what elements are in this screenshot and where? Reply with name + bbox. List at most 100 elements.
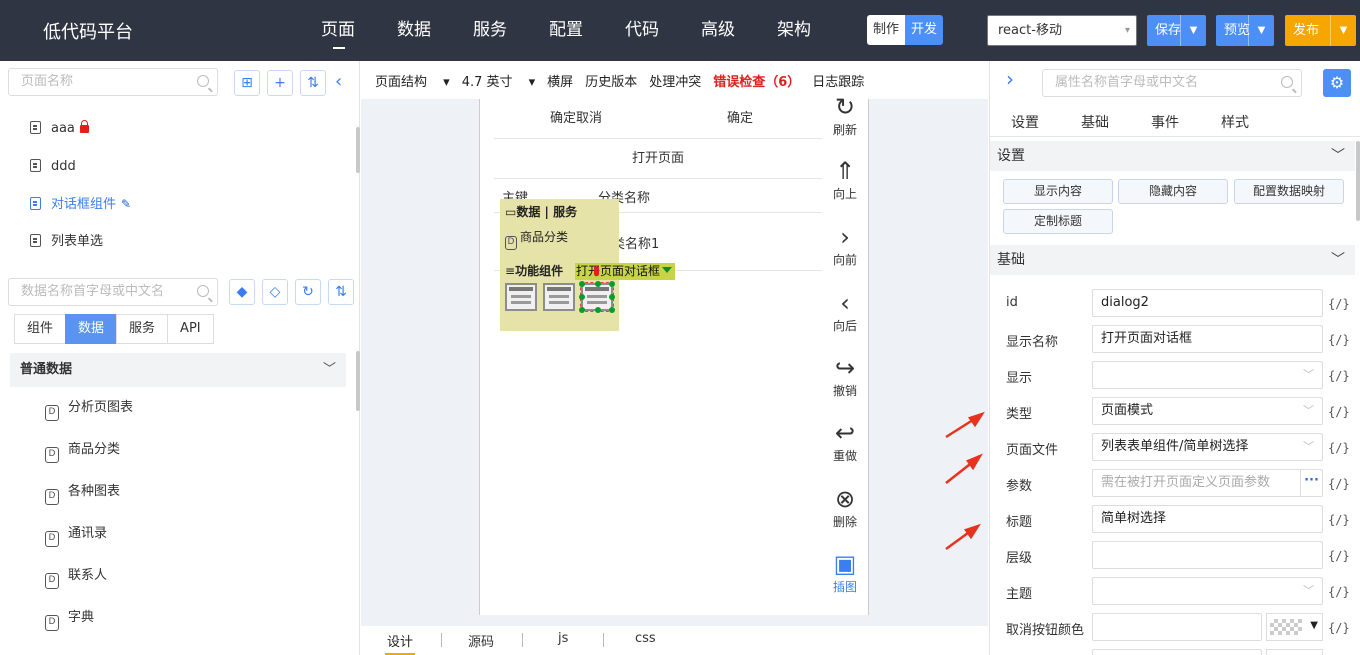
resize-handle[interactable] — [579, 307, 585, 313]
data-list-scrollbar[interactable] — [356, 351, 360, 411]
resize-handle[interactable] — [579, 281, 585, 287]
nav-architecture[interactable]: 架构 — [756, 0, 832, 61]
device-size-select[interactable]: 4.7 英寸 ▾ — [462, 71, 535, 90]
sort-icon[interactable]: ⇅ — [328, 279, 354, 305]
landscape-button[interactable]: 横屏 — [547, 71, 573, 90]
refresh-tool[interactable]: ↻ 刷新 — [827, 93, 863, 138]
color-picker[interactable] — [1266, 649, 1323, 655]
prop-visible-select[interactable]: ﹀ — [1092, 361, 1323, 389]
page-structure-button[interactable]: 页面结构 ▾ — [375, 71, 450, 90]
forward-tool[interactable]: › 向前 — [827, 223, 863, 268]
prop-level-input[interactable] — [1092, 541, 1323, 569]
publish-dropdown-icon[interactable]: ▼ — [1330, 15, 1356, 46]
prop-id-input[interactable]: dialog2 — [1092, 289, 1323, 317]
save-button[interactable]: 保存 ▼ — [1147, 15, 1206, 46]
tab-settings[interactable]: 设置 — [1011, 112, 1039, 132]
nav-advanced[interactable]: 高级 — [680, 0, 756, 61]
confirm-button[interactable]: 确定 — [658, 99, 822, 138]
tab-style[interactable]: 样式 — [1221, 112, 1249, 132]
resize-handle[interactable] — [579, 294, 585, 300]
conflict-button[interactable]: 处理冲突 — [649, 71, 701, 90]
save-dropdown-icon[interactable]: ▼ — [1180, 15, 1206, 46]
tab-js[interactable]: js — [558, 631, 568, 646]
hide-content-button[interactable]: 隐藏内容 — [1118, 179, 1228, 204]
tag-icon[interactable]: ◇ — [262, 279, 288, 305]
popup-item-category[interactable]: D 商品分类 — [505, 228, 568, 250]
move-up-tool[interactable]: ⇑ 向上 — [827, 157, 863, 202]
tab-components[interactable]: 组件 — [14, 314, 66, 344]
confirm-cancel-button[interactable]: 确定取消 — [494, 99, 658, 138]
open-page-button[interactable]: 打开页面 — [494, 139, 822, 179]
publish-button[interactable]: 发布 ▼ — [1285, 15, 1356, 46]
resize-handle[interactable] — [609, 281, 615, 287]
nav-code[interactable]: 代码 — [604, 0, 680, 61]
resize-handle[interactable] — [595, 307, 601, 313]
property-search-input[interactable]: 属性名称首字母或中文名 — [1042, 69, 1302, 97]
platform-select[interactable]: react-移动 ▾ — [987, 15, 1137, 46]
properties-scrollbar[interactable] — [1356, 141, 1360, 221]
expression-icon[interactable]: {/} — [1328, 333, 1350, 347]
component-thumbnail[interactable] — [505, 283, 537, 311]
data-item[interactable]: D 通讯录 — [45, 524, 107, 547]
preview-dropdown-icon[interactable]: ▼ — [1248, 15, 1274, 46]
data-item[interactable]: D 字典 — [45, 608, 94, 631]
expression-icon[interactable]: {/} — [1328, 621, 1350, 635]
color-picker[interactable]: ▼ — [1266, 613, 1323, 641]
add-page-icon[interactable]: + — [267, 70, 293, 96]
collapse-left-icon[interactable]: ‹ — [335, 71, 342, 92]
data-section-header[interactable]: 普通数据 ﹀ — [10, 353, 346, 387]
expression-icon[interactable]: {/} — [1328, 549, 1350, 563]
pin-icon[interactable]: ◆ — [229, 279, 255, 305]
error-check-button[interactable]: 错误检查（6） — [713, 71, 800, 90]
data-search-input[interactable]: 数据名称首字母或中文名 — [8, 278, 218, 306]
page-item-aaa[interactable]: aaa — [30, 119, 89, 139]
nav-data[interactable]: 数据 — [376, 0, 452, 61]
tab-design[interactable]: 设计 — [384, 631, 416, 655]
tab-basic[interactable]: 基础 — [1081, 112, 1109, 132]
more-icon[interactable]: ··· — [1300, 470, 1322, 496]
tab-events[interactable]: 事件 — [1151, 112, 1179, 132]
mode-make-button[interactable]: 制作 — [867, 15, 905, 45]
prop-cancel-color-input[interactable] — [1092, 613, 1262, 641]
show-content-button[interactable]: 显示内容 — [1003, 179, 1113, 204]
page-item-dialog-component[interactable]: 对话框组件 ✎ — [30, 194, 131, 214]
mode-dev-button[interactable]: 开发 — [905, 15, 943, 45]
data-item[interactable]: D 商品分类 — [45, 440, 120, 463]
delete-tool[interactable]: ⊗ 删除 — [827, 485, 863, 530]
preview-button[interactable]: 预览 ▼ — [1216, 15, 1274, 46]
nav-service[interactable]: 服务 — [452, 0, 528, 61]
log-button[interactable]: 日志跟踪 — [812, 71, 864, 90]
expression-icon[interactable]: {/} — [1328, 513, 1350, 527]
gear-icon[interactable]: ⚙ — [1323, 69, 1351, 97]
back-tool[interactable]: ‹ 向后 — [827, 289, 863, 334]
resize-handle[interactable] — [609, 294, 615, 300]
expression-icon[interactable]: {/} — [1328, 585, 1350, 599]
data-item[interactable]: D 分析页图表 — [45, 398, 133, 421]
custom-title-button[interactable]: 定制标题 — [1003, 209, 1113, 234]
tab-css[interactable]: css — [635, 631, 656, 646]
add-folder-icon[interactable]: ⊞ — [234, 70, 260, 96]
prop-page-file-select[interactable]: 列表表单组件/简单树选择 ﹀ — [1092, 433, 1323, 461]
nav-config[interactable]: 配置 — [528, 0, 604, 61]
selected-component-tag[interactable]: 打开页面对话框 — [575, 263, 675, 280]
undo-tool[interactable]: ↪ 撤销 — [827, 354, 863, 399]
data-item[interactable]: D 联系人 — [45, 566, 107, 589]
component-thumbnail-selected[interactable] — [579, 281, 615, 313]
sort-icon[interactable]: ⇅ — [300, 70, 326, 96]
expression-icon[interactable]: {/} — [1328, 297, 1350, 311]
prop-title-input[interactable]: 简单树选择 — [1092, 505, 1323, 533]
prop-display-name-input[interactable]: 打开页面对话框 — [1092, 325, 1323, 353]
component-thumbnail[interactable] — [543, 283, 575, 311]
basic-section-header[interactable]: 基础 ﹀ — [990, 245, 1355, 275]
expression-icon[interactable]: {/} — [1328, 369, 1350, 383]
expression-icon[interactable]: {/} — [1328, 441, 1350, 455]
expression-icon[interactable]: {/} — [1328, 405, 1350, 419]
tab-source[interactable]: 源码 — [468, 631, 494, 650]
page-item-list-single[interactable]: 列表单选 — [30, 232, 103, 252]
expression-icon[interactable]: {/} — [1328, 477, 1350, 491]
resize-handle[interactable] — [609, 307, 615, 313]
edit-icon[interactable]: ✎ — [121, 197, 131, 211]
nav-page[interactable]: 页面 — [300, 0, 376, 61]
prop-theme-select[interactable]: ﹀ — [1092, 577, 1323, 605]
history-button[interactable]: 历史版本 — [585, 71, 637, 90]
